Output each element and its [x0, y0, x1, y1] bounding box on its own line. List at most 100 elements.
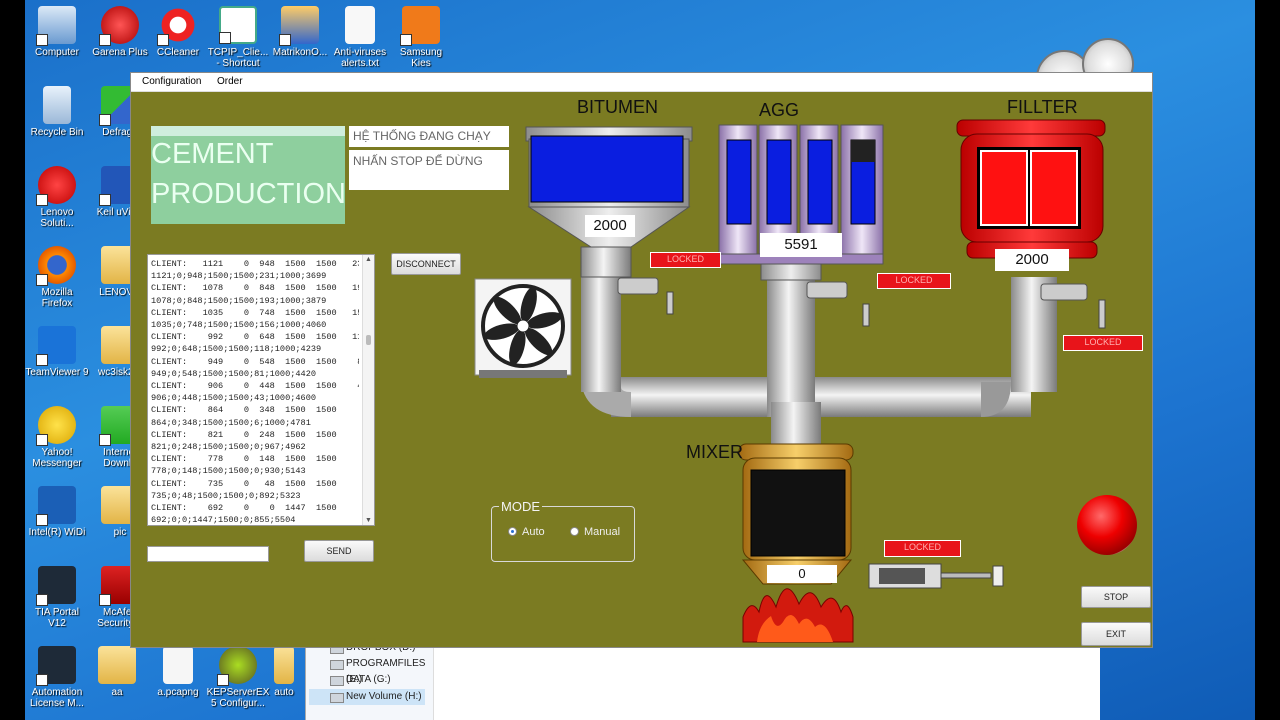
drive-h[interactable]: New Volume (H:): [309, 689, 425, 705]
send-button[interactable]: SEND: [304, 540, 374, 562]
desktop-icon-kies[interactable]: Samsung Kies: [389, 6, 453, 69]
app-title: CEMENT PRODUCTION: [151, 126, 346, 224]
firefox-icon: [36, 246, 76, 286]
log-line: 1035;0;748;1500;1500;156;1000;4060: [151, 320, 327, 331]
disconnect-button[interactable]: DISCONNECT: [391, 253, 461, 275]
filter-valve-icon: [1040, 283, 1088, 301]
text-file-icon: [345, 6, 375, 44]
yahoo-messenger-icon: [36, 406, 76, 446]
license-manager-icon: [36, 646, 76, 686]
drive-e[interactable]: PROGRAMFILES (E:): [316, 656, 433, 685]
scroll-down-icon[interactable]: ▼: [365, 517, 372, 524]
log-line: 906;0;448;1500;1500;43;1000;4600: [151, 393, 317, 404]
screen-border-left: [0, 0, 25, 720]
filter-locked-badge: LOCKED: [1063, 335, 1143, 351]
desktop-icon-auto[interactable]: auto: [262, 646, 306, 698]
desktop-icon-tcpip[interactable]: TCPIP_Clie... - Shortcut: [206, 6, 270, 69]
log-line: CLIENT: 1078 0 848 1500 1500 193 1000 38…: [151, 283, 359, 294]
explorer-nav-pane: DROPBOX (D:) PROGRAMFILES (E:) DATA (G:)…: [306, 640, 434, 720]
window-icon: [219, 6, 257, 44]
desktop-icon-label: TIA Portal V12: [35, 607, 79, 629]
computer-icon: [36, 6, 76, 46]
mode-auto-label: Auto: [522, 526, 545, 538]
desktop-icon-automation-license[interactable]: Automation License M...: [25, 646, 89, 709]
log-lines: CLIENT: 1121 0 948 1500 1500 231 1000 36…: [151, 258, 359, 525]
menu-order[interactable]: Order: [217, 76, 243, 87]
ccleaner-icon: [157, 6, 197, 46]
desktop-icon-label: Lenovo Soluti...: [40, 207, 74, 229]
status-running-text: HỆ THỐNG ĐANG CHẠY: [349, 126, 509, 147]
desktop-icon-label: TCPIP_Clie... - Shortcut: [207, 47, 269, 69]
log-scrollbar[interactable]: ▲ ▼: [362, 255, 374, 525]
log-line: 735;0;48;1500;1500;0;892;5323: [151, 490, 301, 501]
folder-icon: [274, 646, 294, 684]
agg-value: 5591: [760, 233, 842, 257]
exit-button[interactable]: EXIT: [1081, 622, 1151, 646]
bitumen-level: [530, 135, 684, 203]
desktop-icon-pcapng[interactable]: a.pcapng: [146, 646, 210, 698]
desktop-icon-firefox[interactable]: Mozilla Firefox: [25, 246, 89, 309]
scroll-up-icon[interactable]: ▲: [365, 256, 372, 263]
client-log-textarea[interactable]: CLIENT: 1121 0 948 1500 1500 231 1000 36…: [147, 254, 375, 526]
app-window: Configuration Order CEMENT PRODUCTION HỆ…: [130, 72, 1153, 648]
emergency-stop-button[interactable]: [1077, 495, 1137, 555]
stop-button[interactable]: STOP: [1081, 586, 1151, 608]
desktop-icon-computer[interactable]: Computer: [25, 6, 89, 58]
cooling-fan-icon: [474, 278, 572, 378]
agg-locked-badge: LOCKED: [877, 273, 951, 289]
send-input[interactable]: [147, 546, 269, 562]
desktop-icon-antivirus-txt[interactable]: Anti-viruses alerts.txt: [328, 6, 392, 69]
desktop-icon-label: Yahoo! Messenger: [32, 447, 82, 469]
mixer-locked-badge: LOCKED: [884, 540, 961, 557]
log-line: 821;0;248;1500;1500;0;967;4962: [151, 442, 306, 453]
desktop-icon-label: CCleaner: [156, 47, 200, 58]
desktop-icon-matrikon[interactable]: MatrikonO...: [268, 6, 332, 58]
bitumen-locked-badge: LOCKED: [650, 252, 721, 268]
bitumen-label: BITUMEN: [577, 97, 658, 117]
title-line-1: CEMENT: [151, 138, 274, 170]
tia-portal-icon: [36, 566, 76, 606]
folder-icon: [98, 646, 136, 684]
mode-title: MODE: [499, 499, 542, 514]
mode-manual-radio[interactable]: Manual: [570, 526, 620, 538]
desktop-icon-aa-folder[interactable]: aa: [85, 646, 149, 698]
desktop-icon-teamviewer[interactable]: TeamViewer 9: [25, 326, 89, 378]
desktop-icon-label: Computer: [35, 47, 79, 58]
log-line: 864;0;348;1500;1500;6;1000;4781: [151, 417, 311, 428]
desktop-icon-intel-widi[interactable]: Intel(R) WiDi: [25, 486, 89, 538]
menu-configuration[interactable]: Configuration: [142, 76, 201, 87]
drive-g[interactable]: DATA (G:): [316, 672, 391, 688]
matrikon-icon: [279, 6, 319, 46]
intel-widi-icon: [36, 486, 76, 526]
mode-group: MODE Auto Manual: [491, 499, 635, 562]
mixer-valve-icon: [868, 563, 1004, 589]
desktop-icon-label: Samsung Kies: [399, 47, 443, 69]
desktop-icon-lenovo[interactable]: Lenovo Soluti...: [25, 166, 89, 229]
log-line: CLIENT: 692 0 0 1447 1500 0 855 5504: [151, 503, 337, 514]
lenovo-icon: [36, 166, 76, 206]
desktop-icon-label: Intel(R) WiDi: [28, 527, 86, 538]
desktop-icon-label: Recycle Bin: [30, 127, 84, 138]
teamviewer-icon: [36, 326, 76, 366]
kies-icon: [400, 6, 440, 46]
desktop-icon-tia-portal[interactable]: TIA Portal V12: [25, 566, 89, 629]
bitumen-value: 2000: [585, 215, 635, 237]
desktop-icon-label: a.pcapng: [157, 687, 199, 698]
filter-value: 2000: [995, 249, 1069, 271]
agg-label: AGG: [759, 100, 800, 120]
desktop-icon-label: aa: [111, 687, 123, 698]
log-line: 778;0;148;1500;1500;0;930;5143: [151, 466, 306, 477]
desktop-icon-kepserver[interactable]: KEPServerEX 5 Configur...: [206, 646, 270, 709]
desktop-icon-yahoo[interactable]: Yahoo! Messenger: [25, 406, 89, 469]
mixer-tank: [738, 443, 854, 585]
scroll-thumb[interactable]: [366, 335, 371, 345]
garena-icon: [99, 6, 139, 46]
status-hint-text: NHẤN STOP ĐỂ DỪNG: [349, 150, 509, 190]
mode-manual-label: Manual: [584, 526, 621, 538]
mode-auto-radio[interactable]: Auto: [508, 526, 545, 538]
desktop-icon-recycle-bin[interactable]: Recycle Bin: [25, 86, 89, 138]
log-line: CLIENT: 992 0 648 1500 1500 118 1000 423…: [151, 332, 359, 343]
desktop-icon-ccleaner[interactable]: CCleaner: [146, 6, 210, 58]
desktop-icon-garena[interactable]: Garena Plus: [88, 6, 152, 58]
desktop-icon-label: TeamViewer 9: [25, 367, 89, 378]
